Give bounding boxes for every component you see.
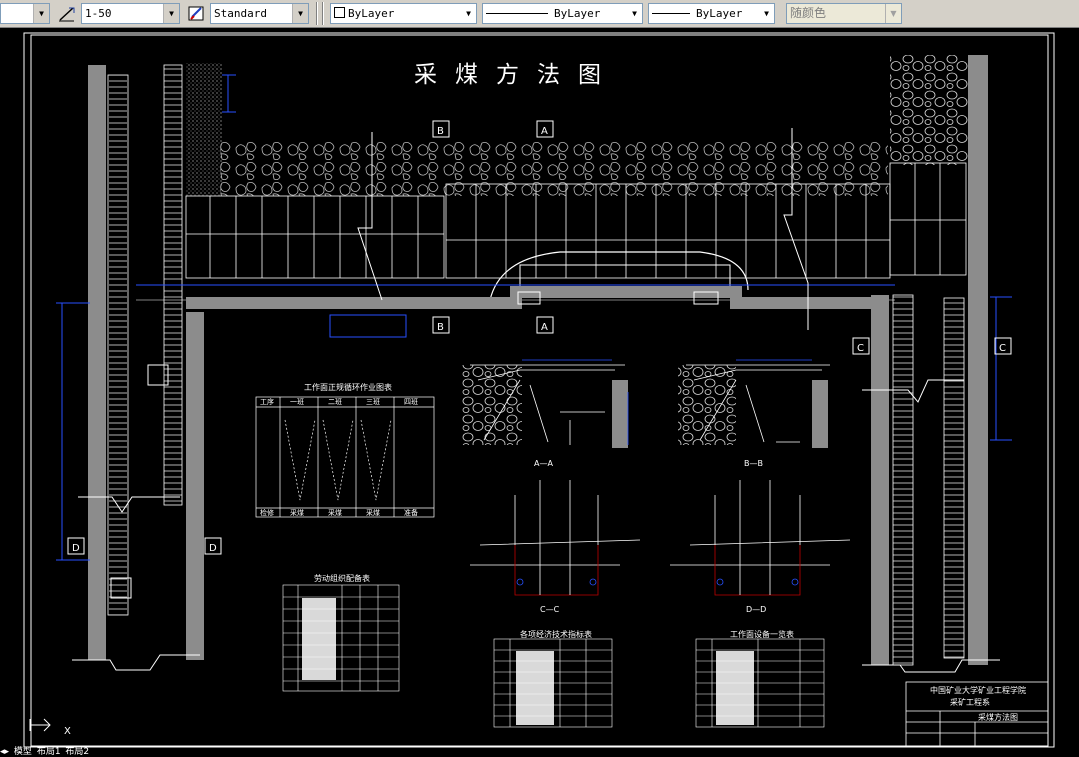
table-cycle [255, 396, 435, 518]
right-coal-pillar [968, 55, 988, 665]
tab-model[interactable]: 模型 [14, 747, 32, 757]
cycle-header-1: 一班 [290, 397, 304, 406]
layer-combo-tail[interactable]: ▼ [0, 3, 50, 24]
stage-loader-box [329, 314, 407, 338]
chevron-down-icon[interactable]: ▼ [759, 4, 774, 23]
chevron-down-icon[interactable]: ▼ [627, 4, 642, 23]
right-conveyor [943, 297, 965, 659]
cycle-footer-2: 采煤 [328, 508, 342, 517]
lineweight-sample-icon [652, 13, 690, 14]
fill-dimension-line [222, 74, 236, 113]
section-label-a-bottom: A [541, 322, 548, 333]
chevron-down-icon[interactable]: ▼ [163, 4, 179, 23]
table-equip-title: 工作面设备一览表 [730, 629, 794, 639]
section-caption-cc: C—C [540, 605, 560, 614]
lineweight-value: ByLayer [696, 7, 743, 20]
cross-section-aa [462, 359, 629, 448]
titleblock-institution: 中国矿业大学矿业工程学院 [930, 685, 1026, 695]
section-label-c-left: C [857, 343, 864, 354]
left-fill-zone [186, 63, 222, 196]
cycle-header-3: 三班 [366, 397, 380, 406]
section-label-d-left: D [72, 543, 80, 554]
section-caption-dd: D—D [746, 605, 766, 614]
cycle-footer-1: 采煤 [290, 508, 304, 517]
plotstyle-value: 随颜色 [790, 6, 827, 20]
textstyle-value: Standard [214, 7, 267, 20]
titleblock-drawing-name: 采煤方法图 [978, 712, 1018, 722]
nav-arrows-icon[interactable]: ◂▸ [0, 747, 9, 757]
ucs-icon [29, 718, 51, 732]
chevron-down-icon[interactable]: ▼ [292, 4, 308, 23]
table-labor-title: 劳动组织配备表 [314, 573, 370, 583]
cross-section-dd [670, 480, 851, 596]
haulage-roadway [186, 286, 888, 309]
end-supports [889, 162, 967, 276]
table-equipment [695, 638, 825, 728]
left-rib [186, 312, 204, 660]
table-tech [493, 638, 613, 728]
dimstyle-value: 1-50 [85, 7, 112, 20]
drawing-canvas[interactable]: 采煤方法图 B A B A C C D D A—A B—B C—C D—D 工作… [0, 28, 1079, 757]
linetype-combo[interactable]: ByLayer ▼ [482, 3, 643, 24]
left-dimension-line [56, 302, 90, 561]
lineweight-combo[interactable]: ByLayer ▼ [648, 3, 775, 24]
tab-layout1[interactable]: 布局1 [37, 747, 61, 757]
plotstyle-combo: 随颜色 ▼ [786, 3, 902, 24]
titleblock-project: 采矿工程系 [950, 697, 990, 707]
section-label-b-top: B [437, 126, 444, 137]
right-ladder [892, 294, 914, 666]
chevron-down-icon[interactable]: ▼ [461, 4, 476, 23]
section-caption-bb: B—B [744, 459, 763, 468]
section-label-c-right: C [999, 343, 1006, 354]
textstyle-icon[interactable] [186, 3, 208, 24]
section-label-d-right: D [209, 543, 217, 554]
cycle-footer-4: 准备 [404, 508, 418, 517]
cycle-footer-0: 检修 [260, 508, 274, 517]
right-rib [871, 295, 889, 665]
cross-section-cc [470, 480, 641, 596]
table-labor [282, 584, 400, 692]
linetype-value: ByLayer [554, 7, 601, 20]
linetype-sample-icon [486, 13, 548, 14]
left-ladder-rungs [109, 75, 127, 615]
toolbar-separator [316, 2, 318, 25]
cycle-footer-3: 采煤 [366, 508, 380, 517]
caved-gob-zone [220, 140, 888, 196]
table-tech-title: 各项经济技术指标表 [520, 629, 592, 639]
dimstyle-combo[interactable]: 1-50 ▼ [81, 3, 180, 24]
section-label-a-top: A [541, 126, 548, 137]
dimstyle-icon[interactable] [56, 3, 78, 24]
hydraulic-supports-left [185, 195, 445, 279]
cycle-header-4: 四班 [404, 397, 418, 406]
color-swatch-icon [334, 7, 345, 18]
left-coal-pillar [88, 65, 106, 660]
properties-toolbar: ▼ 1-50 ▼ Standard ▼ ByLayer ▼ ByLayer ▼ … [0, 0, 1079, 28]
mining-drawing: 采煤方法图 B A B A C C D D A—A B—B C—C D—D 工作… [23, 32, 1055, 748]
toolbar-separator [322, 2, 324, 25]
section-caption-aa: A—A [534, 459, 553, 468]
color-combo[interactable]: ByLayer ▼ [330, 3, 477, 24]
textstyle-combo[interactable]: Standard ▼ [210, 3, 309, 24]
ucs-x-label: X [64, 726, 71, 737]
color-value: ByLayer [348, 7, 395, 20]
section-label-b-bottom: B [437, 322, 444, 333]
hydraulic-supports-right [445, 183, 891, 279]
right-dimension-line [990, 296, 1012, 441]
cycle-header-0: 工序 [260, 397, 274, 406]
chevron-down-icon: ▼ [885, 4, 901, 23]
layout-tabs: ◂▸ 模型 布局1 布局2 [0, 748, 91, 757]
dropdown-arrow-icon[interactable]: ▼ [33, 4, 49, 23]
cross-section-bb [678, 359, 830, 448]
tab-layout2[interactable]: 布局2 [65, 747, 89, 757]
right-caved-zone [890, 55, 968, 165]
drawing-title: 采煤方法图 [414, 62, 619, 88]
cycle-header-2: 二班 [328, 397, 342, 406]
table-cycle-title: 工作面正规循环作业图表 [304, 382, 392, 392]
